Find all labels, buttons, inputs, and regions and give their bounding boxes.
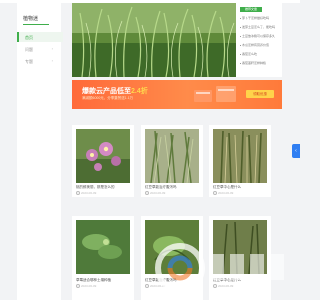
claim-coupon-button[interactable]: 领取优惠	[246, 90, 274, 98]
list-item[interactable]: 萝卜干怎样做好吃吗	[240, 16, 280, 21]
card-title: 桃的鲜美丽，那是怎么的	[76, 185, 115, 189]
bullet-icon	[240, 44, 241, 46]
sidebar-item-label: 问题	[25, 47, 33, 52]
site-logo[interactable]: 植物迷	[23, 15, 38, 22]
list-item[interactable]: 木瓜怎样有营养价值	[240, 43, 280, 48]
card-date: 2023-06-09	[145, 191, 165, 196]
clock-icon	[213, 191, 217, 196]
chevron-right-icon: ›	[51, 46, 53, 51]
card-title: 红豆草能治疗腹泻吗	[145, 185, 177, 189]
floating-side-button[interactable]: ‹	[292, 144, 300, 158]
banner-subtitle: 满减额6000元，分享集赞送1.1万	[82, 96, 134, 100]
clock-icon	[76, 191, 80, 196]
watermark-logo	[155, 243, 284, 293]
sidebar-item-home[interactable]: 首页	[17, 32, 63, 42]
card-date: 2023-06-09	[76, 284, 96, 289]
tab-recommended[interactable]: 推荐文章	[240, 7, 262, 12]
sidebar-item-questions[interactable]: 问题 ›	[17, 44, 61, 54]
bullet-icon	[240, 17, 241, 19]
article-card[interactable]: 草莓适合哪种土壤种植 2023-06-09	[72, 216, 134, 300]
card-date: 2023-06-09	[76, 191, 96, 196]
sidebar-item-topics[interactable]: 专题 ›	[17, 56, 61, 66]
bullet-icon	[240, 35, 241, 37]
card-date: 2023-06-09	[213, 191, 233, 196]
banner-title: 爆款云产品低至2.4折	[82, 88, 148, 95]
article-thumbnail	[76, 220, 130, 274]
bullet-icon	[240, 62, 241, 64]
clock-icon	[145, 191, 149, 196]
chevron-right-icon: ›	[51, 58, 53, 63]
sidebar: 植物迷 首页 问题 › 专题 ›	[17, 3, 63, 300]
list-item[interactable]: 土豆放冰箱可以保存多久	[240, 34, 280, 39]
article-card[interactable]: 桃的鲜美丽，那是怎么的 2023-06-09	[72, 125, 134, 197]
sidebar-item-label: 首页	[25, 35, 33, 40]
hero-image[interactable]	[72, 3, 236, 77]
list-item[interactable]: 番茄茎秆怎样种植	[240, 61, 280, 66]
bullet-icon	[240, 53, 241, 55]
card-title: 草莓适合哪种土壤种植	[76, 278, 111, 282]
chevron-left-icon: ‹	[295, 148, 297, 154]
bullet-icon	[240, 26, 241, 28]
logo-underline	[23, 24, 49, 25]
article-card[interactable]: 红豆草能治疗腹泻吗 2023-06-09	[141, 125, 203, 197]
article-card[interactable]: 红豆草中心是什么 2023-06-09	[209, 125, 271, 197]
list-item[interactable]: 发芽土豆怎么了，能吃吗	[240, 25, 280, 30]
server-illustration-icon	[194, 86, 236, 102]
article-thumbnail	[145, 129, 199, 183]
promo-banner[interactable]: 爆款云产品低至2.4折 满减额6000元，分享集赞送1.1万 领取优惠	[72, 80, 282, 109]
sidebar-item-label: 专题	[25, 59, 33, 64]
article-thumbnail	[76, 129, 130, 183]
clock-icon	[76, 284, 80, 289]
card-title: 红豆草中心是什么	[213, 185, 241, 189]
recommended-list: 推荐文章 萝卜干怎样做好吃吗 发芽土豆怎么了，能吃吗 土豆放冰箱可以保存多久 木…	[236, 3, 282, 77]
list-item[interactable]: 番茄怎么吃	[240, 52, 280, 57]
article-thumbnail	[213, 129, 267, 183]
